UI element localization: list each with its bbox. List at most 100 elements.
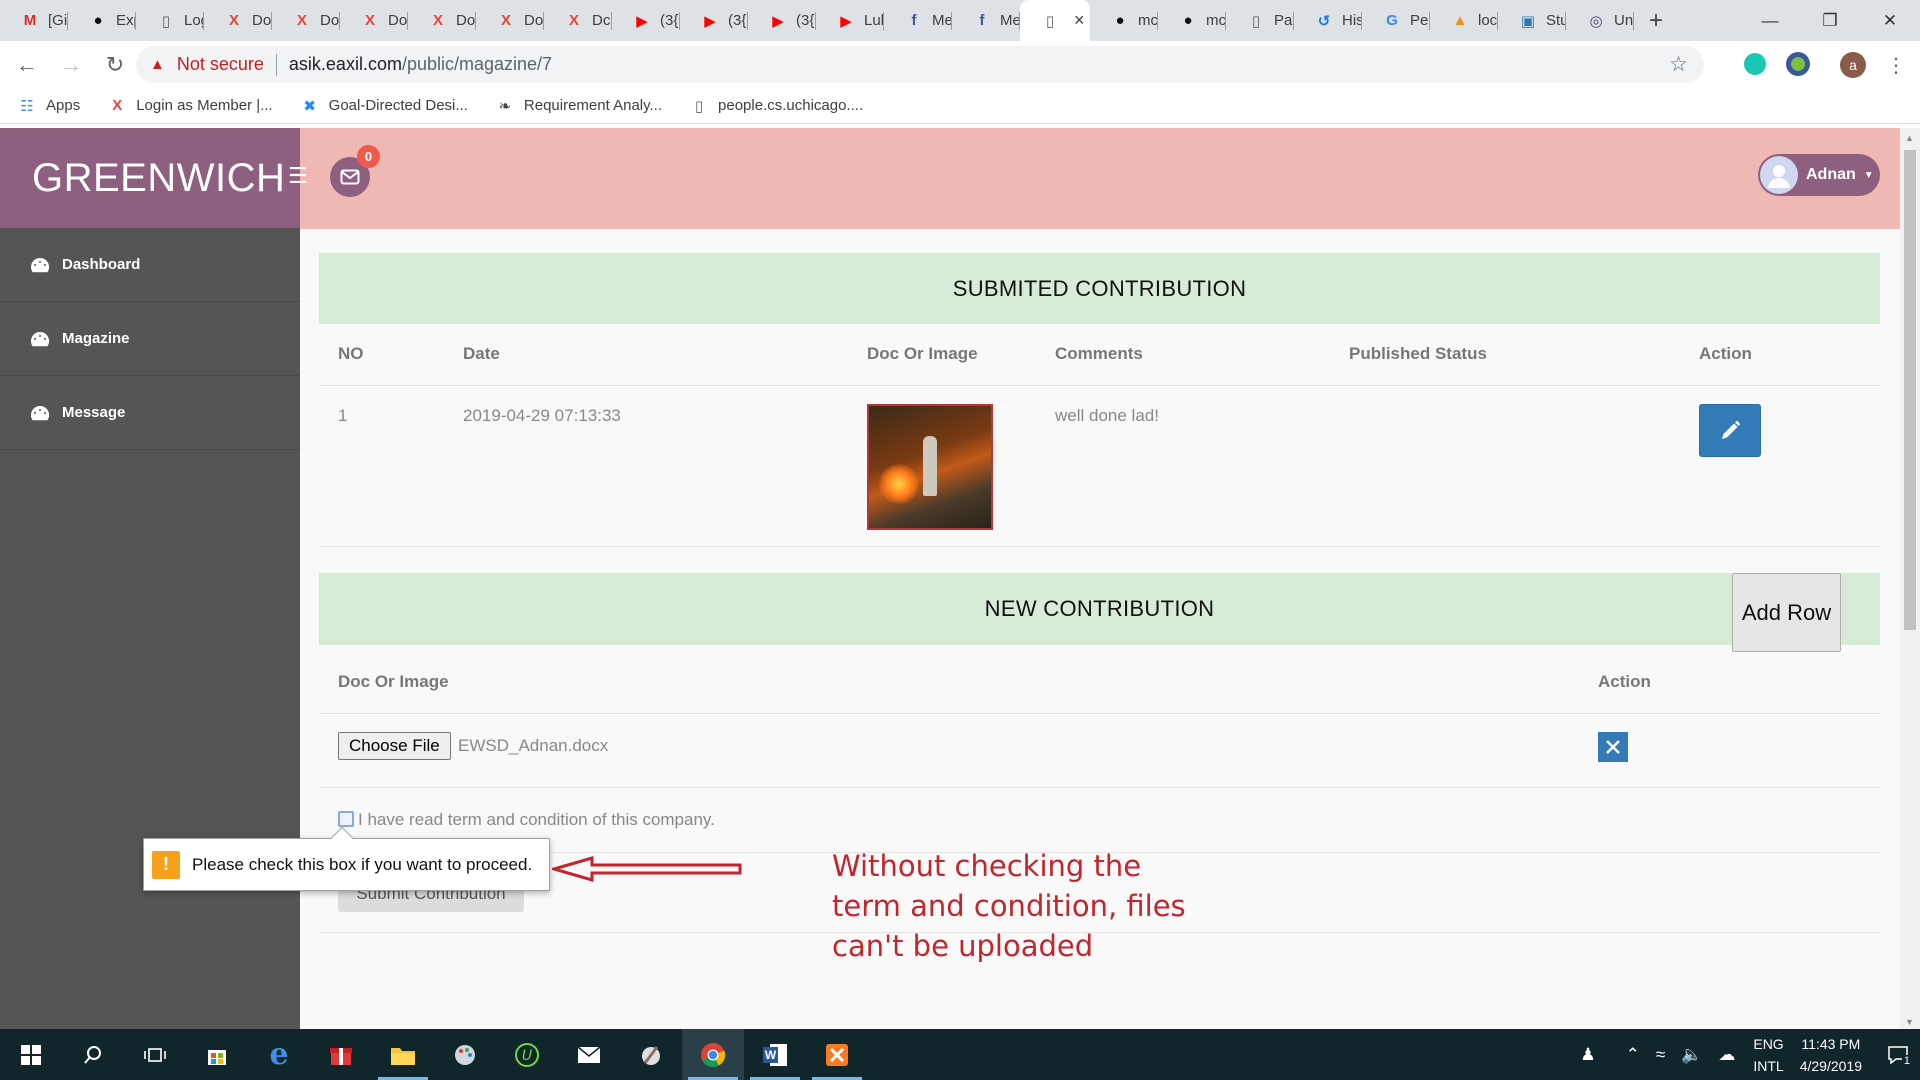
store-icon[interactable] <box>186 1029 248 1080</box>
sidebar-item-magazine[interactable]: Magazine <box>0 302 300 376</box>
input-language-indicator[interactable]: ENG INTL <box>1753 1033 1783 1077</box>
choose-file-button[interactable]: Choose File <box>338 732 451 760</box>
windows-logo-icon <box>21 1044 41 1065</box>
youtube-icon: ▶ <box>636 12 648 30</box>
mail-app-icon[interactable] <box>558 1029 620 1080</box>
paint-brush-icon[interactable] <box>620 1029 682 1080</box>
browser-tab[interactable]: ▶ (3{ <box>748 0 816 41</box>
tab-title: Me <box>1000 12 1020 29</box>
url-text[interactable]: asik.eaxil.com/public/magazine/7 <box>289 54 552 75</box>
browser-tab[interactable]: G Pe <box>1362 0 1430 41</box>
sidebar-item-message[interactable]: Message <box>0 376 300 450</box>
browser-tab[interactable]: ▶ Lul <box>816 0 884 41</box>
people-icon[interactable]: ♟ <box>1580 1045 1595 1065</box>
scrollbar-thumb[interactable] <box>1904 150 1916 630</box>
browser-tab[interactable]: ● mc <box>1090 0 1158 41</box>
browser-tab[interactable]: X Do <box>204 0 272 41</box>
xampp-icon[interactable] <box>806 1029 868 1080</box>
maximize-button[interactable]: ❐ <box>1800 0 1860 41</box>
bookmark-star-icon[interactable]: ☆ <box>1669 52 1688 77</box>
terms-checkbox[interactable] <box>338 811 354 827</box>
x-brand-icon: X <box>364 12 375 29</box>
browser-tab[interactable]: ▣ Stu <box>1498 0 1566 41</box>
brand-logo[interactable]: GREENWICH <box>0 128 300 228</box>
search-icon[interactable] <box>62 1029 124 1080</box>
wifi-icon[interactable]: ≈ <box>1656 1045 1665 1065</box>
column-header-date: Date <box>463 344 500 363</box>
close-window-button[interactable]: ✕ <box>1860 0 1920 41</box>
tab-title: Me <box>932 12 952 29</box>
browser-tab[interactable]: f Me <box>884 0 952 41</box>
browser-tab[interactable]: X Do <box>408 0 476 41</box>
back-button[interactable]: ← <box>10 52 44 78</box>
svg-text:W: W <box>765 1048 777 1062</box>
table-divider <box>319 713 1880 714</box>
tab-title: mc <box>1138 12 1158 29</box>
chevron-up-icon[interactable]: ⌃ <box>1626 1045 1640 1065</box>
bookmark-item[interactable]: ▯ people.cs.uchicago.... <box>690 97 863 115</box>
omnibox[interactable]: ▲ Not secure asik.eaxil.com/public/magaz… <box>136 46 1704 83</box>
page-icon: ▯ <box>1251 12 1261 30</box>
file-explorer-icon[interactable] <box>372 1029 434 1080</box>
bookmark-item[interactable]: ☷ Apps <box>18 97 80 115</box>
browser-tab[interactable]: ◎ Un <box>1566 0 1634 41</box>
scroll-down-arrow-icon[interactable]: ▼ <box>1905 1017 1914 1027</box>
word-icon[interactable]: W <box>744 1029 806 1080</box>
extension-teal-icon[interactable] <box>1744 53 1766 75</box>
hamburger-menu-icon[interactable]: ☰ <box>288 163 308 189</box>
onedrive-cloud-icon[interactable]: ☁ <box>1718 1045 1735 1065</box>
user-menu-dropdown[interactable]: Adnan ▼ <box>1758 154 1880 196</box>
new-tab-button[interactable]: + <box>1634 7 1678 35</box>
bird-icon: ❧ <box>498 97 512 115</box>
edge-browser-icon[interactable]: e <box>248 1029 310 1080</box>
browser-tab[interactable]: X Dc <box>544 0 612 41</box>
close-tab-icon[interactable]: × <box>1074 10 1085 31</box>
browser-tab[interactable]: X Do <box>476 0 544 41</box>
tab-active[interactable]: ▯ × <box>1020 0 1090 41</box>
paint-palette-icon[interactable] <box>434 1029 496 1080</box>
edit-button[interactable] <box>1699 404 1761 457</box>
column-header-no: NO <box>338 344 364 363</box>
bookmark-item[interactable]: ❧ Requirement Analy... <box>496 97 662 115</box>
history-icon: ↺ <box>1317 12 1331 30</box>
browser-tab[interactable]: M [Gi <box>0 0 68 41</box>
add-row-button[interactable]: Add Row <box>1732 573 1841 652</box>
gift-box-icon[interactable] <box>310 1029 372 1080</box>
browser-tab[interactable]: ▶ (3{ <box>612 0 680 41</box>
extension-globe-icon[interactable] <box>1786 52 1810 76</box>
upwork-icon[interactable]: U <box>496 1029 558 1080</box>
reload-button[interactable]: ↻ <box>98 52 132 78</box>
column-header-comments: Comments <box>1055 344 1143 363</box>
kebab-menu-icon[interactable]: ⋮ <box>1886 53 1906 78</box>
bookmark-item[interactable]: X Login as Member |... <box>108 97 272 115</box>
forward-button[interactable]: → <box>54 52 88 78</box>
language-code: ENG <box>1753 1035 1784 1052</box>
task-view-icon[interactable] <box>124 1029 186 1080</box>
minimize-button[interactable]: — <box>1740 0 1800 41</box>
remove-row-button[interactable] <box>1598 732 1628 762</box>
browser-tab[interactable]: ▯ Pa <box>1226 0 1294 41</box>
browser-tab[interactable]: ↺ His <box>1294 0 1362 41</box>
column-header-doc-or-image: Doc Or Image <box>338 672 449 691</box>
bookmark-item[interactable]: ✖ Goal-Directed Desi... <box>301 97 468 115</box>
github-icon: ● <box>1115 12 1125 29</box>
profile-avatar[interactable]: a <box>1840 52 1866 78</box>
scroll-up-arrow-icon[interactable]: ▲ <box>1905 133 1914 143</box>
browser-tab[interactable]: X Do <box>340 0 408 41</box>
chrome-icon[interactable] <box>682 1029 744 1080</box>
browser-tab[interactable]: X Do <box>272 0 340 41</box>
speaker-icon[interactable]: 🔈 <box>1681 1045 1702 1065</box>
browser-tab[interactable]: ▯ Log <box>136 0 204 41</box>
browser-tab[interactable]: ● Exp <box>68 0 136 41</box>
system-clock[interactable]: 11:43 PM 4/29/2019 <box>1800 1033 1862 1077</box>
page-scrollbar[interactable]: ▲ ▼ <box>1900 128 1920 1029</box>
sidebar-item-dashboard[interactable]: Dashboard <box>0 228 300 302</box>
browser-tab[interactable]: f Me <box>952 0 1020 41</box>
start-button[interactable] <box>0 1029 62 1080</box>
submission-thumbnail-image[interactable] <box>867 404 993 530</box>
browser-tab[interactable]: ● mc <box>1158 0 1226 41</box>
action-center-button[interactable]: 1 <box>1876 1045 1920 1067</box>
browser-tab[interactable]: ▶ (3{ <box>680 0 748 41</box>
omnibox-divider <box>275 53 277 76</box>
browser-tab[interactable]: ▲ loc <box>1430 0 1498 41</box>
